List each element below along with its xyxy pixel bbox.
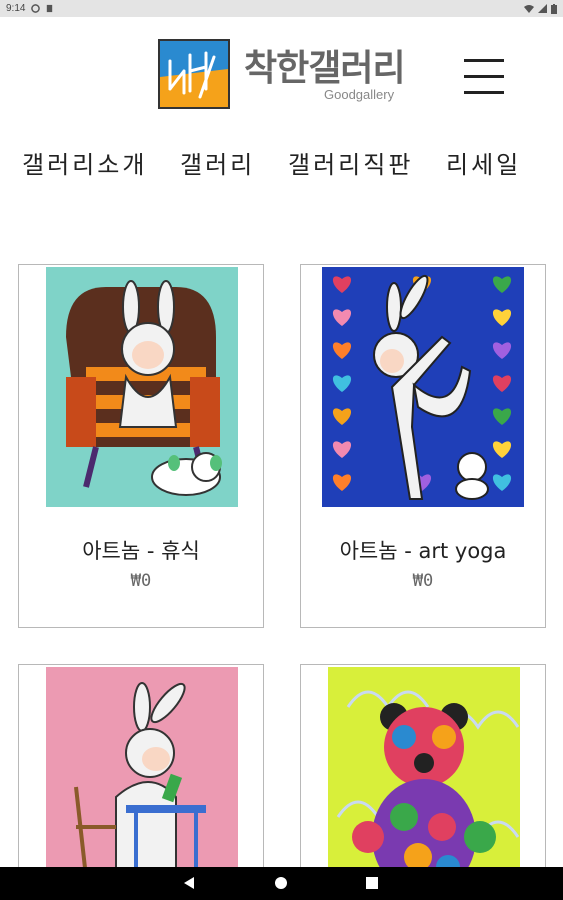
recents-icon[interactable] — [365, 876, 379, 890]
sim-icon — [47, 4, 53, 13]
main-nav: 갤러리소개 갤러리 갤러리직판 리세일 — [0, 145, 563, 185]
product-card[interactable] — [300, 664, 546, 900]
product-card[interactable]: 아트놈 - 휴식 ₩0 — [18, 264, 264, 628]
home-icon[interactable] — [274, 876, 288, 890]
wifi-icon — [524, 5, 534, 13]
site-subtitle: Goodgallery — [324, 87, 395, 102]
product-card[interactable] — [18, 664, 264, 900]
sync-icon — [31, 4, 41, 13]
artwork-image-art-yoga[interactable] — [322, 267, 524, 507]
back-icon[interactable] — [182, 876, 196, 890]
header: 착한갤러리 Goodgallery — [0, 17, 563, 127]
status-time: 9:14 — [6, 3, 26, 14]
artwork-image-rest[interactable] — [46, 267, 238, 507]
site-title: 착한갤러리 — [244, 48, 406, 89]
status-bar: 9:14 — [0, 0, 563, 17]
system-navigation-bar — [0, 867, 563, 900]
logo[interactable] — [158, 39, 230, 109]
nav-item-gallery-direct-sale[interactable]: 갤러리직판 — [288, 145, 413, 180]
artwork-image-bear[interactable] — [328, 667, 520, 900]
product-card[interactable]: 아트놈 - art yoga ₩0 — [300, 264, 546, 628]
menu-line-icon — [464, 75, 504, 78]
hamburger-menu-button[interactable] — [462, 55, 506, 97]
signal-icon — [538, 4, 547, 13]
menu-line-icon — [464, 91, 504, 94]
card-price: ₩0 — [412, 571, 434, 591]
nav-item-gallery[interactable]: 갤러리 — [180, 145, 255, 180]
card-title: 아트놈 - art yoga — [339, 539, 507, 563]
card-title: 아트놈 - 휴식 — [82, 539, 200, 563]
card-price: ₩0 — [130, 571, 152, 591]
nav-item-gallery-intro[interactable]: 갤러리소개 — [22, 145, 147, 180]
battery-icon — [551, 3, 557, 14]
nav-item-resale[interactable]: 리세일 — [446, 145, 521, 180]
menu-line-icon — [464, 59, 504, 62]
artwork-image-study[interactable] — [46, 667, 238, 900]
